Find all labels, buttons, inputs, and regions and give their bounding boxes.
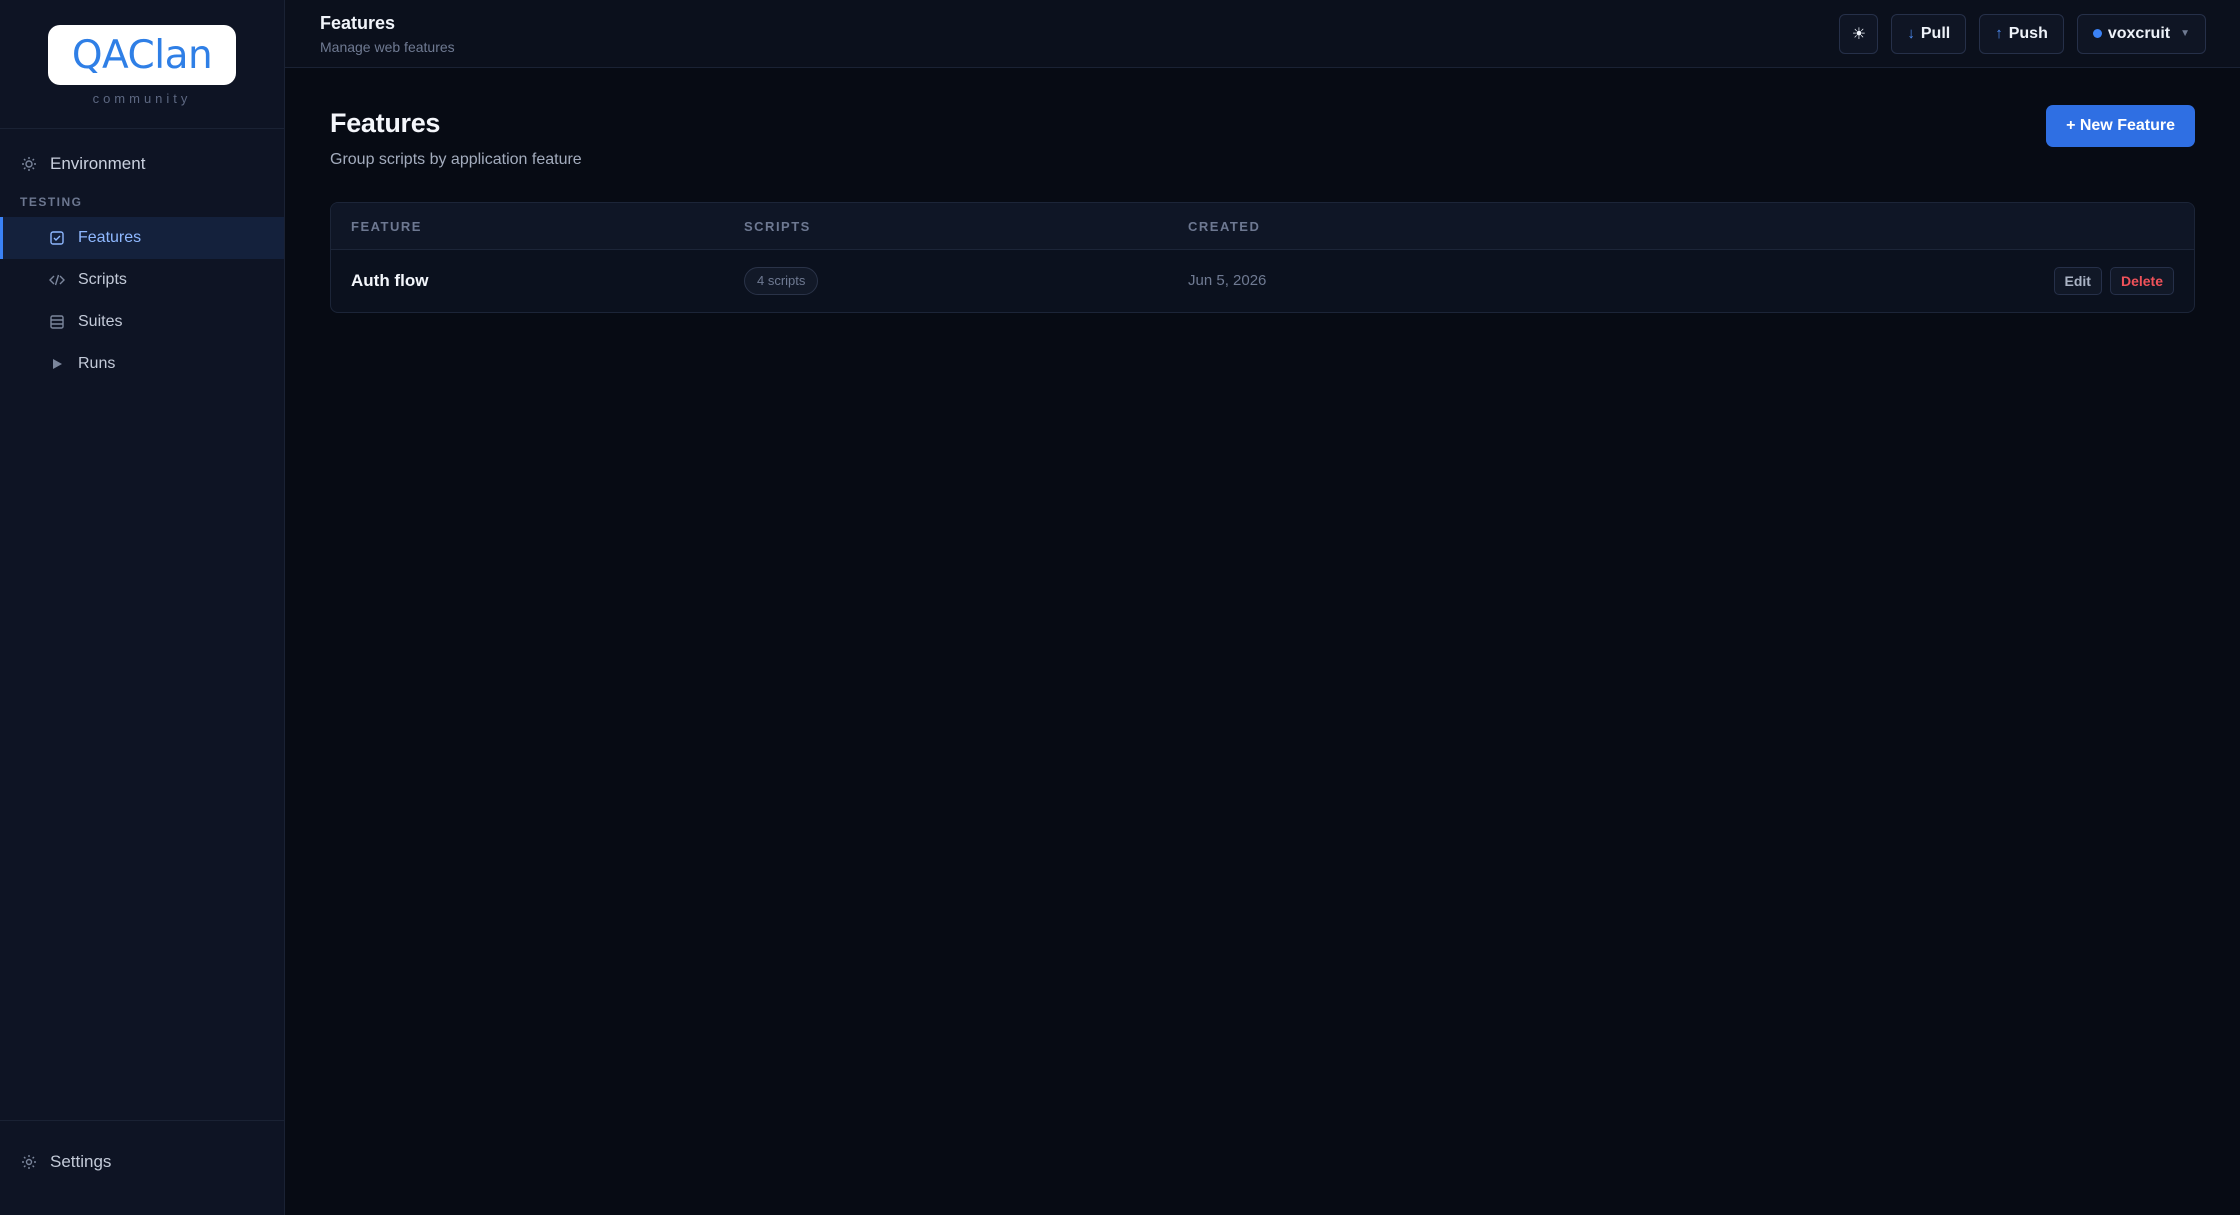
table-header: FEATURE SCRIPTS CREATED [331,203,2194,250]
table-row[interactable]: Auth flow 4 scripts Jun 5, 2026 Edit Del… [331,250,2194,312]
feature-cell: Auth flow [331,271,744,291]
sun-icon: ☀ [1851,25,1867,43]
new-feature-button[interactable]: + New Feature [2046,105,2195,147]
column-header-scripts[interactable]: SCRIPTS [744,219,1188,234]
column-header-created[interactable]: CREATED [1188,219,2194,234]
edit-button[interactable]: Edit [2053,267,2102,295]
sidebar-item-label: Environment [50,154,146,173]
logo-text: QAClan [71,32,213,78]
topbar-subtitle: Manage web features [320,38,455,55]
pull-label: Pull [1920,24,1951,42]
features-table: FEATURE SCRIPTS CREATED Auth flow 4 scri… [330,202,2195,313]
page-content: Features Group scripts by application fe… [285,68,2240,313]
user-menu-button[interactable]: voxcruit ▼ [2076,13,2206,54]
logo[interactable]: QAClan [48,25,236,85]
sidebar-section-testing: TESTING [20,195,83,209]
page-subtitle: Group scripts by application feature [330,151,582,168]
sidebar-footer: Settings [0,1120,284,1215]
delete-button[interactable]: Delete [2109,267,2174,295]
pull-button[interactable]: ↓ Pull [1891,13,1967,54]
sidebar-item-label: Settings [50,1152,112,1171]
page-header: Features Group scripts by application fe… [330,105,2195,169]
sidebar-item-suites[interactable]: Suites [0,301,284,343]
sidebar-item-label: Scripts [78,271,127,288]
sidebar: QAClan community Environment TESTING Fea… [0,0,285,1215]
stack-icon [48,313,66,331]
code-icon [48,271,66,289]
push-label: Push [2008,24,2048,42]
arrow-up-icon: ↑ [1995,25,2003,42]
status-dot-icon [2092,29,2102,38]
column-header-feature[interactable]: FEATURE [331,219,744,234]
sidebar-item-features[interactable]: Features [0,217,284,259]
topbar-title: Features [320,12,396,33]
page-heading: Features Group scripts by application fe… [330,108,582,169]
topbar-heading: Features Manage web features [320,13,455,55]
logo-tagline: community [92,91,192,106]
chevron-down-icon: ▼ [2180,28,2190,39]
sidebar-item-environment[interactable]: Environment [0,143,284,185]
sun-icon [20,155,38,173]
app-root: QAClan community Environment TESTING Fea… [0,0,2240,1215]
page-title: Features [330,108,441,138]
arrow-down-icon: ↓ [1907,25,1915,42]
play-icon [48,355,66,373]
gear-icon [20,1153,38,1171]
sidebar-item-runs[interactable]: Runs [0,343,284,385]
row-actions: Edit Delete [1994,267,2194,295]
topbar: Features Manage web features ☀ ↓ Pull ↑ … [285,0,2240,68]
sidebar-item-label: Suites [78,313,123,330]
created-date: Jun 5, 2026 [1188,272,1267,289]
brand: QAClan community [0,0,284,129]
sidebar-item-scripts[interactable]: Scripts [0,259,284,301]
checklist-icon [48,229,66,247]
sidebar-item-settings[interactable]: Settings [20,1141,284,1183]
theme-toggle-button[interactable]: ☀ [1839,13,1879,54]
created-cell: Jun 5, 2026 [1188,272,1994,290]
sidebar-item-label: Features [78,229,142,246]
sidebar-item-label: Runs [78,355,116,372]
main: Features Manage web features ☀ ↓ Pull ↑ … [285,0,2240,1215]
feature-name[interactable]: Auth flow [351,271,428,290]
scripts-count-badge: 4 scripts [744,267,819,295]
scripts-cell: 4 scripts [744,267,1188,295]
user-name: voxcruit [2107,24,2171,42]
push-button[interactable]: ↑ Push [1979,13,2064,54]
topbar-actions: ☀ ↓ Pull ↑ Push voxcruit ▼ [1839,13,2206,54]
